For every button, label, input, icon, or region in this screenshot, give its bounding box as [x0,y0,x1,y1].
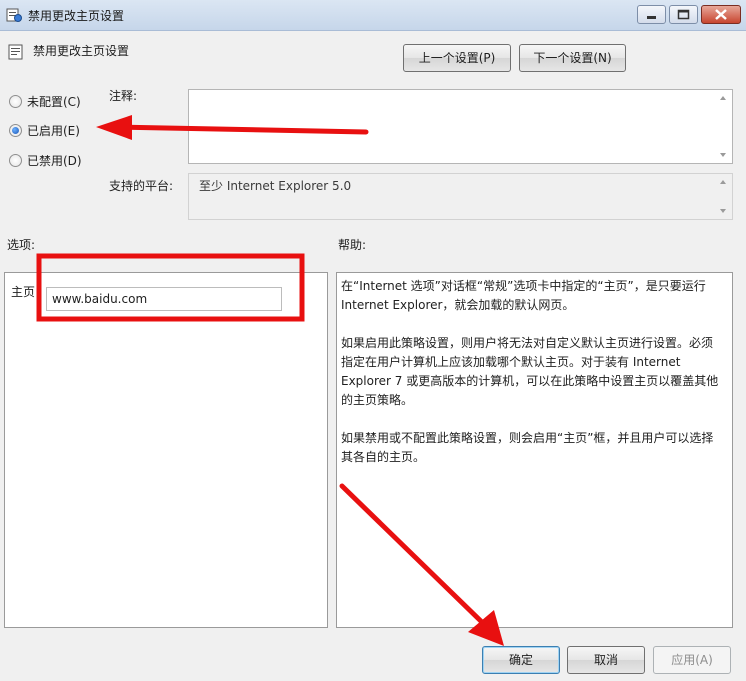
options-panel: 主页 [4,272,328,628]
comment-label: 注释: [109,89,138,103]
apply-button[interactable]: 应用(A) [653,646,731,674]
setting-title: 禁用更改主页设置 [33,44,130,58]
window-title: 禁用更改主页设置 [28,9,125,23]
options-heading: 选项: [7,238,36,252]
help-text: 在“Internet 选项”对话框“常规”选项卡中指定的“主页”，是只要运行 I… [341,277,719,486]
platform-value: 至少 Internet Explorer 5.0 [199,179,352,193]
close-button[interactable] [701,5,741,24]
radio-enabled[interactable]: 已启用(E) [9,122,80,139]
title-bar: 禁用更改主页设置 [0,0,746,31]
homepage-input[interactable] [46,287,282,311]
scroll-down-icon[interactable] [720,209,726,213]
help-paragraph: 如果启用此策略设置，则用户将无法对自定义默认主页进行设置。必须指定在用户计算机上… [341,336,719,407]
radio-not-configured[interactable]: 未配置(C) [9,93,81,110]
help-heading: 帮助: [338,238,367,252]
radio-enabled-label: 已启用(E) [27,124,80,138]
radio-disabled-icon[interactable] [9,154,22,167]
help-paragraph: 如果禁用或不配置此策略设置，则会启用“主页”框，并且用户可以选择其各自的主页。 [341,431,714,464]
setting-icon [8,44,23,60]
policy-app-icon [6,8,22,22]
comment-scrollbar[interactable] [715,90,732,163]
cancel-button[interactable]: 取消 [567,646,645,674]
dialog-body: 禁用更改主页设置 上一个设置(P) 下一个设置(N) 未配置(C) 已启用(E)… [0,31,746,681]
radio-not-configured-icon[interactable] [9,95,22,108]
close-icon [715,9,727,20]
ok-button[interactable]: 确定 [482,646,560,674]
help-panel: 在“Internet 选项”对话框“常规”选项卡中指定的“主页”，是只要运行 I… [336,272,733,628]
homepage-label: 主页 [11,285,36,299]
radio-not-configured-label: 未配置(C) [27,95,81,109]
scroll-up-icon[interactable] [720,96,726,100]
maximize-button[interactable] [669,5,698,24]
comment-textarea[interactable] [188,89,733,164]
platform-label: 支持的平台: [109,179,174,193]
minimize-icon [647,16,656,19]
platform-scrollbar[interactable] [715,174,732,219]
radio-enabled-icon[interactable] [9,124,22,137]
scroll-down-icon[interactable] [720,153,726,157]
next-setting-button[interactable]: 下一个设置(N) [519,44,626,72]
help-paragraph: 在“Internet 选项”对话框“常规”选项卡中指定的“主页”，是只要运行 I… [341,279,706,312]
radio-disabled[interactable]: 已禁用(D) [9,152,82,169]
radio-disabled-label: 已禁用(D) [27,154,82,168]
platform-field: 至少 Internet Explorer 5.0 [188,173,733,220]
scroll-up-icon[interactable] [720,180,726,184]
maximize-icon [677,9,690,20]
previous-setting-button[interactable]: 上一个设置(P) [403,44,511,72]
minimize-button[interactable] [637,5,666,24]
